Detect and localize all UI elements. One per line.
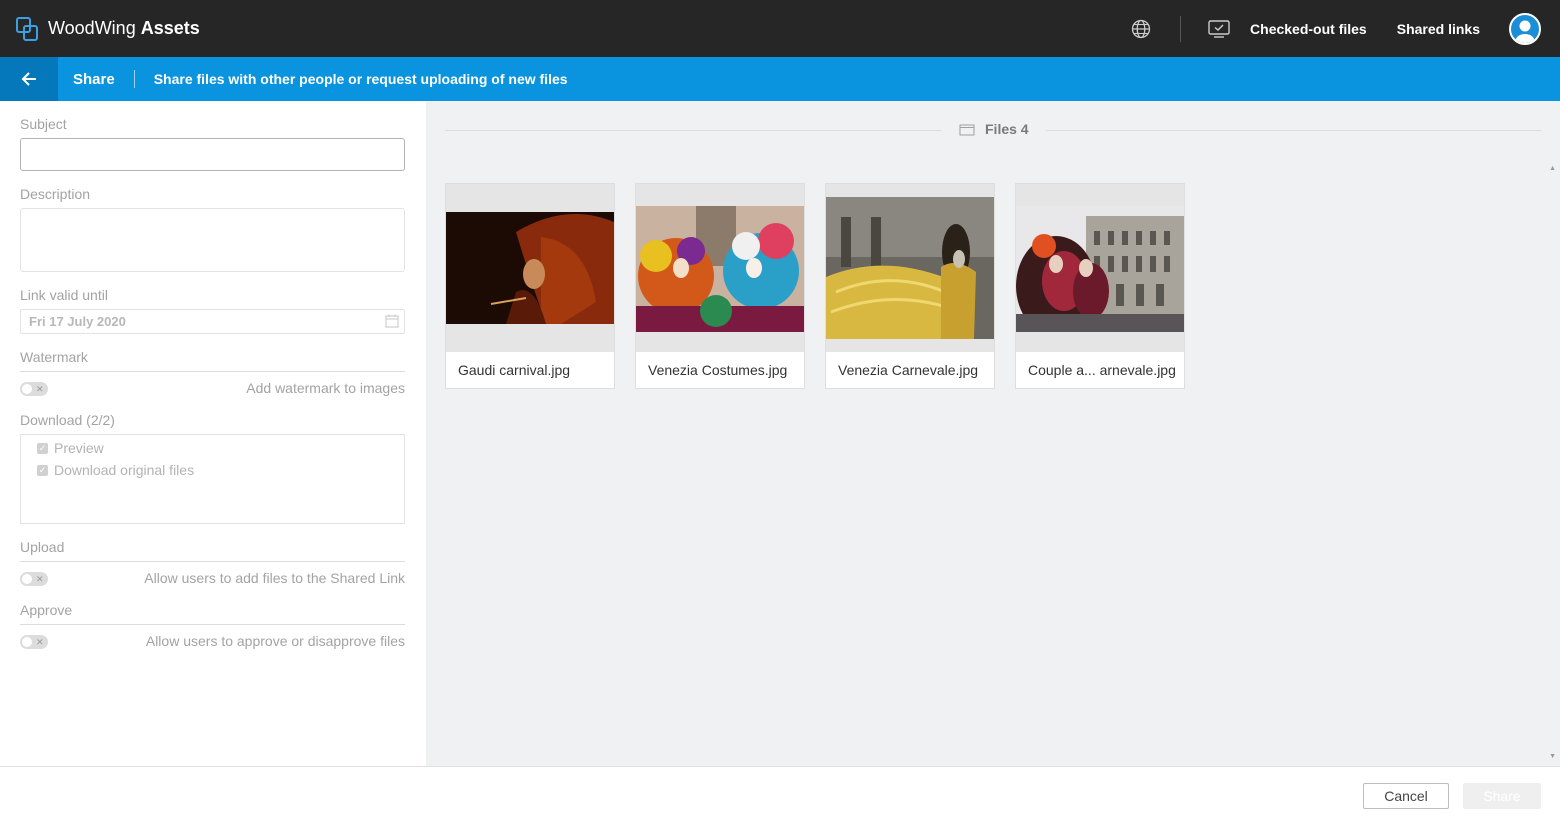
files-header-line-right: [1046, 130, 1541, 131]
files-count-label: Files 4: [985, 121, 1029, 137]
description-textarea[interactable]: [20, 208, 405, 272]
approve-toggle-text: Allow users to approve or disapprove fil…: [145, 633, 405, 649]
file-card[interactable]: Couple a... arnevale.jpg: [1015, 183, 1185, 389]
preview-checkbox-label: Preview: [54, 440, 104, 456]
carnival-image: [446, 212, 614, 324]
checked-out-monitor-icon[interactable]: [1208, 19, 1230, 39]
file-name: Venezia Carnevale.jpg: [838, 362, 979, 378]
file-card[interactable]: Venezia Carnevale.jpg: [825, 183, 995, 389]
woodwing-logo-icon: [16, 16, 38, 41]
toggle-off-icon: ✕: [36, 637, 44, 647]
subject-input[interactable]: [20, 138, 405, 171]
page-subtitle: Share files with other people or request…: [153, 71, 568, 87]
checkbox-checked-icon: ✓: [37, 464, 48, 476]
preview-checkbox[interactable]: ✓ Preview: [37, 440, 104, 456]
page-title: Share: [73, 70, 115, 88]
upload-label: Upload: [20, 539, 65, 555]
upload-divider: [20, 561, 405, 562]
download-original-checkbox[interactable]: ✓ Download original files: [37, 462, 194, 478]
approve-toggle[interactable]: ✕: [20, 635, 48, 649]
files-panel: Files 4 ▲ ▼ Gaudi carnival.jpg Venezia C…: [426, 101, 1560, 766]
file-thumbnail: [636, 184, 804, 352]
file-name: Gaudi carnival.jpg: [458, 362, 571, 378]
upload-toggle[interactable]: ✕: [20, 572, 48, 586]
user-icon: [1515, 20, 1535, 43]
carnival-image: [826, 197, 994, 339]
approve-label: Approve: [20, 602, 73, 618]
share-button[interactable]: Share: [1463, 783, 1541, 809]
download-options-box: ✓ Preview ✓ Download original files: [20, 434, 405, 524]
watermark-divider: [20, 371, 405, 372]
scroll-down-arrow-icon[interactable]: ▼: [1549, 753, 1556, 760]
header-divider: [1180, 15, 1182, 42]
app-header: WoodWing Assets Checked-out files Shared…: [0, 0, 1560, 57]
link-valid-label: Link valid until: [20, 287, 108, 303]
dialog-footer: Cancel Share: [0, 766, 1560, 825]
download-original-checkbox-label: Download original files: [54, 462, 195, 478]
file-card[interactable]: Venezia Costumes.jpg: [635, 183, 805, 389]
file-name: Venezia Costumes.jpg: [648, 362, 788, 378]
upload-toggle-text: Allow users to add files to the Shared L…: [144, 570, 405, 586]
download-label: Download (2/2): [20, 412, 115, 428]
checked-out-files-link[interactable]: Checked-out files: [1250, 21, 1367, 37]
file-thumbnail: [446, 184, 614, 352]
subject-label: Subject: [20, 116, 67, 132]
brand-name-light: WoodWing: [48, 18, 136, 38]
toggle-off-icon: ✕: [36, 574, 44, 584]
shared-links-link[interactable]: Shared links: [1397, 21, 1480, 37]
carnival-image: [636, 206, 804, 332]
toggle-knob: [22, 574, 32, 584]
app-logo[interactable]: WoodWing Assets: [16, 16, 200, 41]
scroll-up-arrow-icon[interactable]: ▲: [1549, 165, 1556, 172]
calendar-icon[interactable]: [385, 314, 399, 328]
watermark-toggle-text: Add watermark to images: [246, 380, 405, 396]
share-toolbar: Share Share files with other people or r…: [0, 57, 1560, 101]
toggle-knob: [22, 384, 32, 394]
toggle-off-icon: ✕: [36, 384, 44, 394]
user-avatar[interactable]: [1509, 12, 1541, 45]
globe-icon[interactable]: [1130, 18, 1152, 40]
file-name: Couple a... arnevale.jpg: [1028, 362, 1176, 378]
toggle-knob: [22, 637, 32, 647]
cancel-button[interactable]: Cancel: [1363, 783, 1449, 809]
watermark-toggle[interactable]: ✕: [20, 382, 48, 396]
back-button[interactable]: [0, 57, 58, 101]
files-header: Files 4: [959, 121, 1029, 137]
description-label: Description: [20, 186, 91, 202]
carnival-image: [1016, 206, 1184, 332]
arrow-left-icon: [21, 72, 36, 86]
files-header-line-left: [445, 130, 941, 131]
link-valid-date-value: Fri 17 July 2020: [29, 314, 126, 329]
folder-icon: [959, 124, 975, 135]
file-card[interactable]: Gaudi carnival.jpg: [445, 183, 615, 389]
checkbox-checked-icon: ✓: [37, 442, 48, 454]
file-thumbnail: [1016, 184, 1184, 352]
approve-divider: [20, 624, 405, 625]
toolbar-divider: [133, 70, 135, 88]
brand-name-bold: Assets: [140, 18, 200, 38]
file-thumbnail: [826, 184, 994, 352]
link-valid-date-field[interactable]: Fri 17 July 2020: [20, 309, 405, 334]
share-form: Subject Description Link valid until Fri…: [0, 101, 426, 766]
watermark-label: Watermark: [20, 349, 88, 365]
